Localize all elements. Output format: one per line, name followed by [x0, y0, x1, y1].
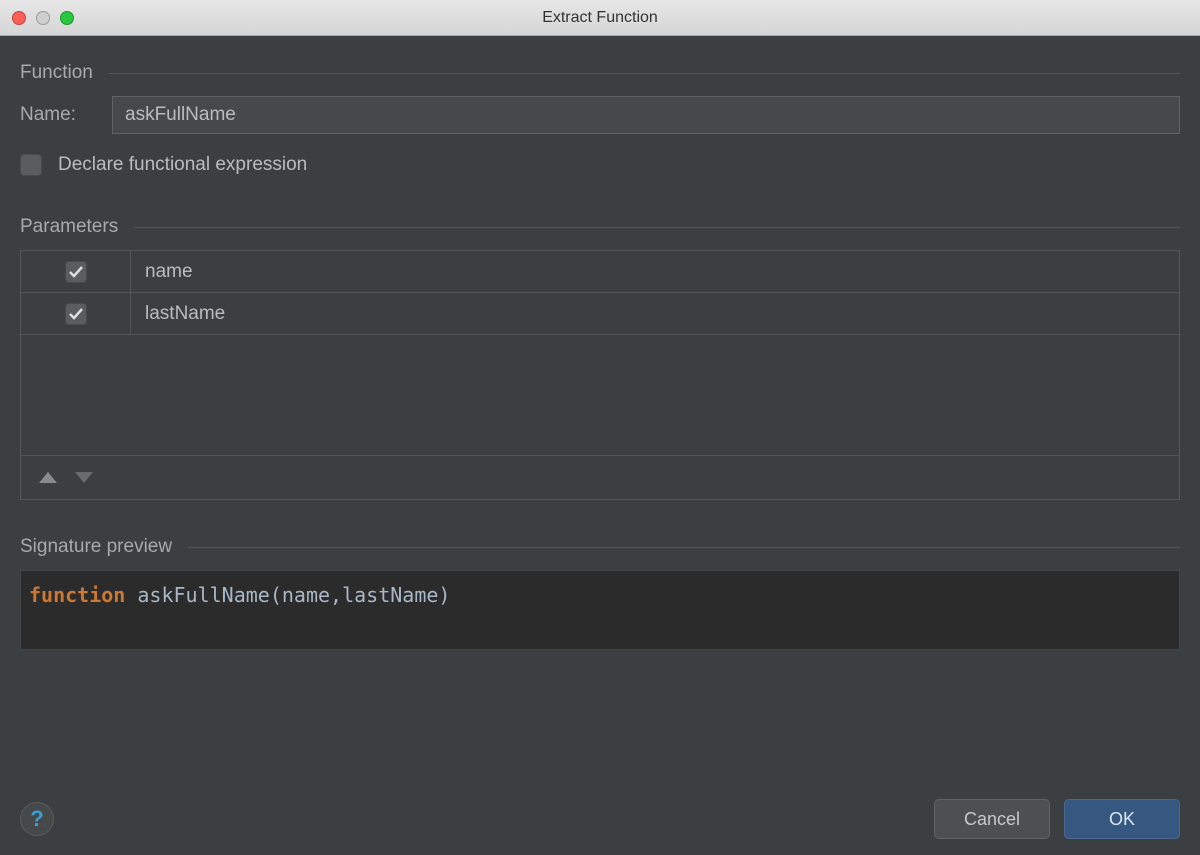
table-empty-area — [21, 335, 1179, 455]
signature-body: askFullName(name,lastName) — [125, 583, 450, 607]
move-down-icon[interactable] — [75, 472, 93, 483]
param-checkbox[interactable] — [65, 261, 87, 283]
divider — [188, 547, 1180, 548]
name-row: Name: — [20, 96, 1180, 134]
name-label: Name: — [20, 104, 112, 126]
divider — [109, 73, 1180, 74]
section-signature-label: Signature preview — [20, 536, 172, 558]
param-name: lastName — [131, 293, 1179, 334]
param-check-cell — [21, 251, 131, 292]
param-check-cell — [21, 293, 131, 334]
declare-functional-row: Declare functional expression — [20, 154, 1180, 176]
move-up-icon[interactable] — [39, 472, 57, 483]
section-parameters-label: Parameters — [20, 216, 118, 238]
declare-functional-label: Declare functional expression — [58, 154, 307, 176]
window-title: Extract Function — [0, 9, 1200, 27]
section-signature: Signature preview — [20, 536, 1180, 558]
section-function-label: Function — [20, 62, 93, 84]
table-row[interactable]: lastName — [21, 293, 1179, 335]
table-row[interactable]: name — [21, 251, 1179, 293]
signature-keyword: function — [29, 583, 125, 607]
cancel-button[interactable]: Cancel — [934, 799, 1050, 839]
param-checkbox[interactable] — [65, 303, 87, 325]
dialog-footer: ? Cancel OK — [20, 775, 1180, 839]
divider — [134, 227, 1180, 228]
help-button[interactable]: ? — [20, 802, 54, 836]
section-parameters: Parameters — [20, 216, 1180, 238]
parameters-toolbar — [21, 455, 1179, 499]
dialog-content: Function Name: Declare functional expres… — [0, 36, 1200, 855]
section-function: Function — [20, 62, 1180, 84]
name-input[interactable] — [112, 96, 1180, 134]
ok-button[interactable]: OK — [1064, 799, 1180, 839]
param-name: name — [131, 251, 1179, 292]
declare-functional-checkbox[interactable] — [20, 154, 42, 176]
titlebar: Extract Function — [0, 0, 1200, 36]
parameters-table: name lastName — [20, 250, 1180, 500]
signature-preview: function askFullName(name,lastName) — [20, 570, 1180, 650]
